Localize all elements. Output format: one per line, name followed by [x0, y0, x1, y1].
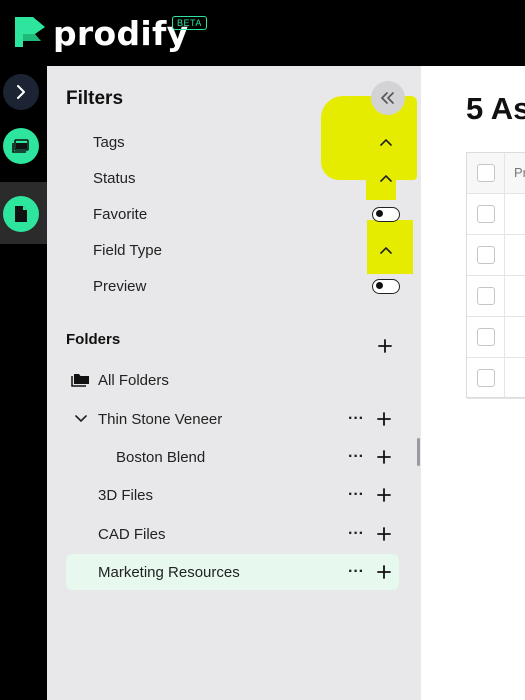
table-row[interactable]	[467, 276, 525, 317]
folder-stack-icon	[12, 139, 29, 153]
expand-sidebar-button[interactable]	[3, 74, 39, 110]
row-checkbox[interactable]	[477, 287, 495, 305]
filters-panel: Filters Tags Status Favorite Field Type …	[47, 66, 421, 700]
panel-scrollbar[interactable]	[417, 438, 420, 466]
chevron-right-icon	[17, 85, 25, 99]
plus-icon	[377, 450, 391, 464]
files-nav-button[interactable]	[3, 196, 39, 232]
table-header-row: Pr	[467, 153, 525, 194]
toggle-switch[interactable]	[372, 206, 400, 222]
column-divider	[504, 194, 505, 234]
add-subfolder-button[interactable]	[373, 446, 395, 468]
folder-actions: ···	[345, 516, 395, 552]
folder-label: CAD Files	[98, 525, 166, 543]
folder-stack-icon	[71, 374, 89, 387]
filters-title: Filters	[66, 88, 124, 109]
column-divider	[504, 235, 505, 275]
filter-favorite: Favorite	[93, 196, 403, 232]
column-divider	[504, 358, 505, 398]
more-icon[interactable]: ···	[345, 449, 367, 465]
more-icon[interactable]: ···	[345, 526, 367, 542]
toggle-knob	[376, 282, 383, 289]
favorite-toggle[interactable]	[369, 196, 403, 232]
folder-label: Marketing Resources	[98, 563, 240, 581]
plus-icon	[377, 527, 391, 541]
filter-preview: Preview	[93, 268, 403, 304]
plus-icon	[377, 412, 391, 426]
folder-item[interactable]: CAD Files ···	[66, 516, 399, 552]
add-subfolder-button[interactable]	[373, 484, 395, 506]
filter-status-chevron[interactable]	[369, 160, 403, 196]
folder-actions: ···	[345, 439, 395, 475]
column-divider	[504, 276, 505, 316]
folder-label: 3D Files	[98, 486, 154, 504]
table-row[interactable]	[467, 317, 525, 358]
add-subfolder-button[interactable]	[373, 523, 395, 545]
page-title: 5 As	[466, 91, 525, 126]
folder-item[interactable]: Thin Stone Veneer ···	[66, 401, 399, 437]
column-header[interactable]: Pr	[514, 165, 525, 180]
beta-badge: BETA	[172, 16, 207, 30]
row-checkbox[interactable]	[477, 246, 495, 264]
chevron-down-icon[interactable]	[75, 415, 87, 423]
left-rail	[0, 66, 47, 700]
folder-item[interactable]: 3D Files ···	[66, 477, 399, 513]
filter-tags-chevron[interactable]	[369, 124, 403, 160]
toggle-knob	[376, 210, 383, 217]
plus-icon	[378, 339, 392, 353]
document-icon	[15, 206, 27, 222]
top-bar: prodify BETA	[0, 0, 525, 66]
filter-label: Favorite	[93, 205, 148, 223]
folder-actions: ···	[345, 554, 395, 590]
add-subfolder-button[interactable]	[373, 561, 395, 583]
app-name: prodify	[53, 14, 189, 53]
add-subfolder-button[interactable]	[373, 408, 395, 430]
chevron-up-icon	[380, 138, 392, 146]
folder-actions: ···	[345, 477, 395, 513]
folders-nav-button[interactable]	[3, 128, 39, 164]
select-all-checkbox[interactable]	[477, 164, 495, 182]
folder-item[interactable]: Boston Blend ···	[66, 439, 399, 475]
row-checkbox[interactable]	[477, 205, 495, 223]
folders-title: Folders	[66, 331, 121, 348]
more-icon[interactable]: ···	[345, 564, 367, 580]
column-divider	[504, 153, 505, 193]
main-content: 5 As Pr	[421, 66, 525, 700]
filter-label: Field Type	[93, 241, 162, 259]
more-icon[interactable]: ···	[345, 411, 367, 427]
all-folders-item[interactable]: All Folders	[66, 362, 399, 398]
filter-label: Preview	[93, 277, 147, 295]
folder-actions: ···	[345, 401, 395, 437]
collapse-panel-button[interactable]	[371, 81, 405, 115]
plus-icon	[377, 488, 391, 502]
prodify-logo-icon[interactable]	[11, 17, 47, 47]
chevron-up-icon	[380, 174, 392, 182]
filter-label: Tags	[93, 133, 125, 151]
filter-field-type[interactable]: Field Type	[93, 232, 403, 268]
row-checkbox[interactable]	[477, 369, 495, 387]
filter-tags[interactable]: Tags	[93, 124, 403, 160]
chevron-up-icon	[380, 246, 392, 254]
table-row[interactable]	[467, 358, 525, 399]
add-folder-button[interactable]	[373, 334, 397, 358]
assets-table: Pr	[466, 152, 525, 399]
toggle-switch[interactable]	[372, 278, 400, 294]
filter-field-type-chevron[interactable]	[369, 232, 403, 268]
plus-icon	[377, 565, 391, 579]
filter-status[interactable]: Status	[93, 160, 403, 196]
preview-toggle[interactable]	[369, 268, 403, 304]
folder-label: All Folders	[98, 371, 169, 389]
folder-label: Thin Stone Veneer	[98, 410, 223, 428]
folder-item-selected[interactable]: Marketing Resources ···	[66, 554, 399, 590]
column-divider	[504, 317, 505, 357]
double-chevron-left-icon	[381, 92, 394, 104]
row-checkbox[interactable]	[477, 328, 495, 346]
more-icon[interactable]: ···	[345, 487, 367, 503]
filter-label: Status	[93, 169, 136, 187]
folder-label: Boston Blend	[116, 448, 206, 466]
table-row[interactable]	[467, 235, 525, 276]
table-row[interactable]	[467, 194, 525, 235]
